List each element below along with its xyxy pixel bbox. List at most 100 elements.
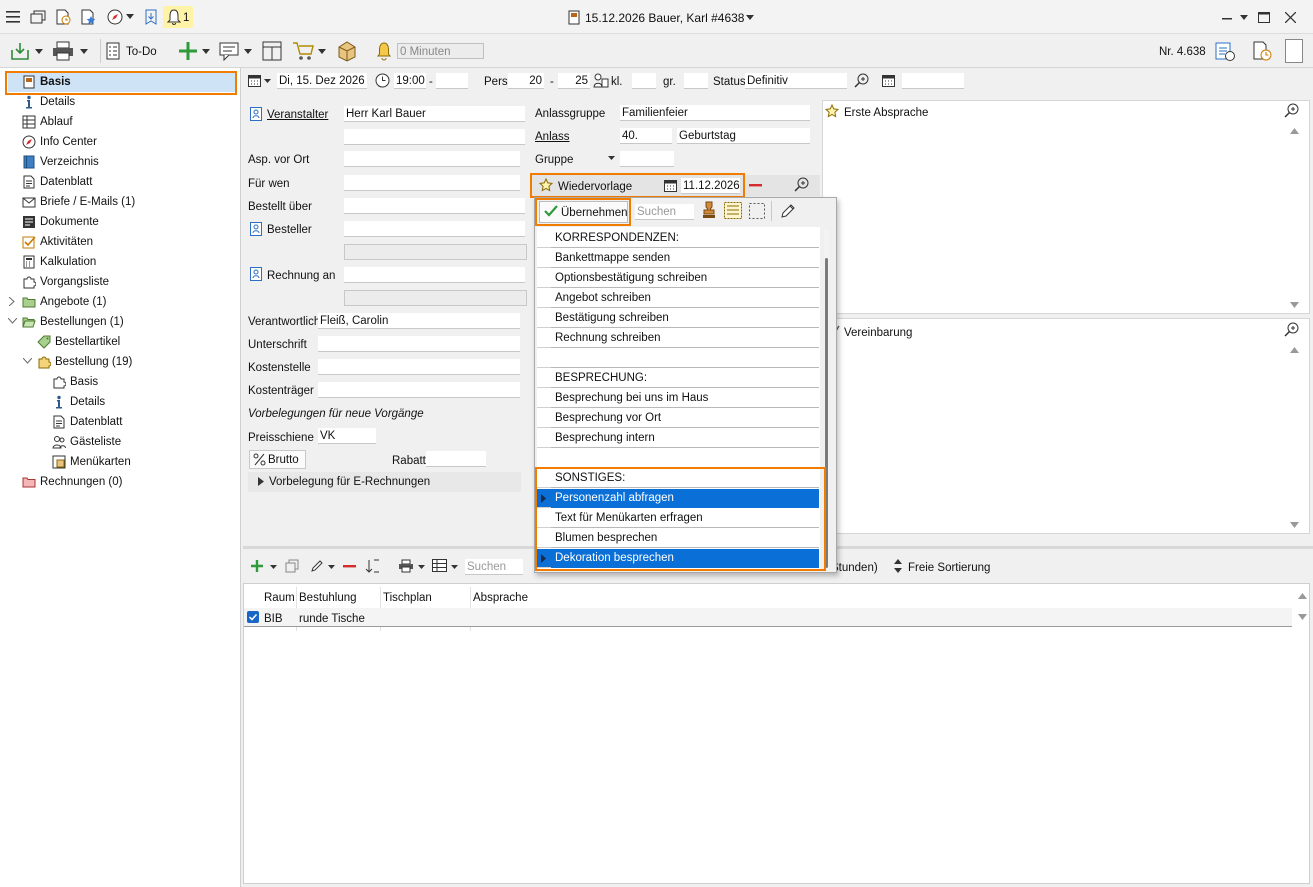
scroll-down-arrow-icon[interactable] [1290, 302, 1299, 308]
sidebar-item-details[interactable]: Details [22, 93, 75, 111]
besteller-field[interactable] [344, 221, 525, 237]
veranstalter-field[interactable]: Herr Karl Bauer [344, 106, 525, 122]
sidebar-item-info-center[interactable]: Info Center [22, 133, 97, 151]
sidebar-item-dokumente[interactable]: Dokumente [22, 213, 99, 231]
sidebar-item-aktivitaeten[interactable]: Aktivitäten [22, 233, 93, 251]
bestellt-field[interactable] [344, 198, 525, 214]
calendar-doc-icon[interactable] [1215, 40, 1235, 62]
delete-icon[interactable] [343, 565, 356, 568]
dropdown-item[interactable]: Text für Menükarten erfragen [551, 509, 819, 528]
list-select-icon[interactable] [724, 202, 742, 219]
gr-field[interactable] [684, 73, 708, 89]
fuer-wen-field[interactable] [344, 175, 520, 191]
dropdown-item[interactable]: Blumen besprechen [551, 529, 819, 548]
minutes-input[interactable]: 0 Minuten [397, 43, 484, 59]
scroll-up-arrow-icon[interactable] [1298, 593, 1307, 599]
contact-card-icon[interactable] [250, 222, 262, 236]
pencil-icon[interactable] [780, 203, 796, 219]
gruppe-chevron-down-icon[interactable] [608, 156, 615, 160]
edit-chevron-down-icon[interactable] [328, 565, 335, 569]
rechnung-field[interactable] [344, 267, 525, 283]
import-icon[interactable] [10, 41, 30, 61]
layout-icon[interactable] [262, 41, 282, 61]
favorite-document-icon[interactable] [80, 9, 96, 25]
sidebar-item-basis[interactable]: Basis [22, 73, 71, 91]
contact-card-icon[interactable] [250, 267, 262, 281]
rabatt-field[interactable] [426, 451, 486, 467]
date-field[interactable]: Di, 15. Dez 2026 [277, 73, 367, 89]
print-chevron-down-icon[interactable] [418, 565, 425, 569]
asp-field[interactable] [344, 151, 520, 167]
sidebar-item-datenblatt[interactable]: Datenblatt [22, 173, 92, 191]
sort-updown-icon[interactable] [893, 559, 903, 573]
unterschrift-field[interactable] [318, 336, 520, 352]
kostenstelle-field[interactable] [318, 359, 520, 375]
chevron-down-icon[interactable] [126, 14, 134, 19]
scroll-up-arrow-icon[interactable] [1290, 128, 1299, 134]
dropdown-item[interactable] [551, 449, 819, 468]
dropdown-item[interactable]: BESPRECHUNG: [551, 369, 819, 388]
scroll-down-arrow-icon[interactable] [1298, 614, 1307, 620]
anlass-field[interactable]: Geburtstag [677, 128, 810, 144]
sidebar-item-briefe[interactable]: Briefe / E-Mails (1) [22, 193, 135, 211]
sidebar-item-gaesteliste[interactable]: Gästeliste [52, 433, 121, 451]
time-to-field[interactable] [436, 73, 468, 89]
pers-from-field[interactable]: 20 [508, 73, 544, 89]
sidebar-item-verzeichnis[interactable]: Verzeichnis [22, 153, 99, 171]
add-chevron-down-icon[interactable] [202, 49, 210, 54]
sidebar-item-bestellung-details[interactable]: Details [52, 393, 105, 411]
dropdown-item[interactable]: SONSTIGES: [551, 469, 819, 488]
package-icon[interactable] [336, 40, 358, 62]
collapse-chevron-down-icon[interactable] [23, 358, 32, 364]
dropdown-item[interactable]: Dekoration besprechen [551, 549, 819, 568]
bottom-search-input[interactable]: Suchen [465, 559, 523, 575]
grid-icon[interactable] [432, 559, 447, 572]
add-icon[interactable] [178, 41, 198, 61]
sidebar-item-bestellungen[interactable]: Bestellungen (1) [22, 313, 124, 331]
people-calc-icon[interactable] [593, 73, 609, 88]
table-row[interactable] [244, 608, 1292, 627]
kl-field[interactable] [632, 73, 656, 89]
contact-card-icon[interactable] [250, 107, 262, 121]
print-icon[interactable] [52, 41, 74, 61]
print-icon[interactable] [398, 559, 414, 573]
row-checkbox[interactable] [247, 611, 259, 623]
print-chevron-down-icon[interactable] [80, 49, 88, 54]
dropdown-item[interactable]: Bestätigung schreiben [551, 309, 819, 328]
dropdown-item[interactable]: KORRESPONDENZEN: [551, 229, 819, 248]
dropdown-scroll-thumb[interactable] [825, 258, 828, 568]
veranstalter-field-2[interactable] [344, 129, 525, 145]
title-chevron-down-icon[interactable] [746, 15, 754, 20]
verantwortlich-field[interactable]: Fleiß, Carolin [318, 313, 520, 329]
compass-icon[interactable] [107, 9, 123, 25]
selection-icon[interactable] [749, 203, 765, 219]
dropdown-item[interactable] [551, 349, 819, 368]
time-from-field[interactable]: 19:00 [394, 73, 426, 89]
calendar-icon[interactable] [664, 179, 677, 192]
cart-chevron-down-icon[interactable] [318, 49, 326, 54]
minimize-icon[interactable] [1222, 18, 1232, 20]
clock-icon[interactable] [375, 73, 390, 88]
copy-icon[interactable] [285, 559, 299, 573]
calendar-icon[interactable] [882, 74, 895, 87]
cart-icon[interactable] [292, 41, 314, 61]
wiedervorlage-date-field[interactable]: 11.12.2026 [681, 178, 740, 194]
close-icon[interactable] [1285, 12, 1296, 23]
date-chevron-down-icon[interactable] [264, 79, 271, 83]
kostentraeger-field[interactable] [318, 382, 520, 398]
veranstalter-label[interactable]: Veranstalter [267, 108, 328, 122]
dropdown-item[interactable]: Rechnung schreiben [551, 329, 819, 348]
anlass-number-field[interactable]: 40. [620, 128, 672, 144]
zoom-icon[interactable] [1284, 103, 1299, 118]
collapse-chevron-down-icon[interactable] [8, 318, 17, 324]
history-doc-icon[interactable] [1252, 40, 1272, 62]
bookmark-download-icon[interactable] [143, 9, 159, 25]
gruppe-field[interactable] [620, 151, 674, 167]
sidebar-item-angebote[interactable]: Angebote (1) [22, 293, 107, 311]
import-chevron-down-icon[interactable] [35, 49, 43, 54]
windows-icon[interactable] [30, 10, 46, 24]
sidebar-item-kalkulation[interactable]: Kalkulation [22, 253, 96, 271]
sidebar-item-bestellung-basis[interactable]: Basis [52, 373, 98, 391]
calendar-icon[interactable] [248, 74, 261, 87]
sort-label[interactable]: Freie Sortierung [908, 561, 990, 575]
